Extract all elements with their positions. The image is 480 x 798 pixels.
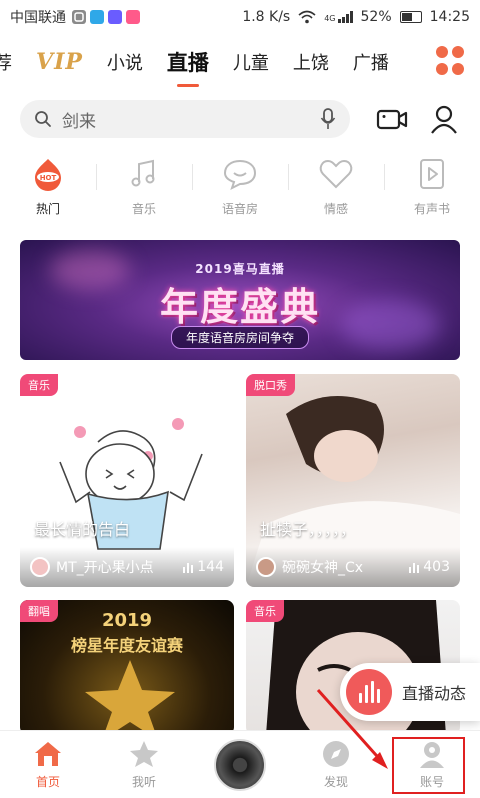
category-badge: 音乐 <box>20 374 58 396</box>
player-disc-icon <box>214 738 266 791</box>
listeners-icon <box>409 563 420 573</box>
card-title: 最长情的告白 <box>34 520 131 539</box>
microphone-icon[interactable] <box>320 108 336 130</box>
star-trophy-graphic <box>85 660 175 735</box>
host-name: 碗碗女神_Cx <box>282 560 364 576</box>
nav-player[interactable] <box>192 731 288 798</box>
app-notification-icon <box>72 10 86 24</box>
category-music[interactable]: 音乐 <box>96 150 192 222</box>
battery-percent: 52% <box>360 9 392 25</box>
promo-banner[interactable]: 2019喜马直播 年度盛典 年度语音房房间争夺 <box>20 240 460 360</box>
signal-icon: 4G <box>324 11 353 23</box>
live-updates-label: 直播动态 <box>402 684 467 703</box>
search-icon <box>35 111 51 127</box>
tab-live[interactable]: 直播 <box>155 47 221 87</box>
annotation-highlight-box <box>392 737 465 794</box>
app-screen: 中国联通 1.8 K/s 4G 52% 14:25 荐 VIP 小说 直播 儿童… <box>0 0 480 798</box>
tab-children[interactable]: 儿童 <box>221 49 281 75</box>
live-updates-button[interactable]: 直播动态 <box>340 663 480 721</box>
category-badge: 音乐 <box>246 600 284 622</box>
profile-icon[interactable] <box>428 103 460 135</box>
svg-text:HOT: HOT <box>40 174 57 182</box>
nav-home[interactable]: 首页 <box>0 731 96 798</box>
category-label: 情感 <box>323 202 348 216</box>
live-bars-icon <box>346 669 392 715</box>
app-notification-icon <box>126 10 140 24</box>
host-name: MT_开心果小点 <box>56 560 154 576</box>
app-notification-icon <box>108 10 122 24</box>
avatar <box>256 557 276 577</box>
live-room-card[interactable]: 脱口秀 扯犊子，，，，， 碗碗女神_Cx 403 <box>246 374 460 587</box>
nav-my-listening[interactable]: 我听 <box>96 731 192 798</box>
category-label: 热门 <box>35 202 60 216</box>
banner-title: 年度盛典 <box>159 285 320 329</box>
search-bar[interactable]: 剑来 <box>20 100 350 138</box>
category-label: 语音房 <box>221 202 258 216</box>
category-label: 有声书 <box>413 202 450 216</box>
tab-shangrao[interactable]: 上饶 <box>281 49 341 75</box>
play-book-icon <box>420 159 444 189</box>
heart-icon <box>319 159 353 189</box>
listener-count: 144 <box>183 559 224 575</box>
nav-label: 我听 <box>131 775 156 789</box>
network-type: 4G <box>324 14 336 23</box>
wifi-icon <box>298 10 316 24</box>
listener-count-value: 403 <box>423 559 450 575</box>
nav-label: 首页 <box>35 775 60 789</box>
nav-label: 发现 <box>323 775 348 789</box>
category-row: HOT 热门 音乐 语音房 情感 有声书 <box>0 150 480 222</box>
battery-icon <box>399 11 422 23</box>
star-icon <box>130 741 158 767</box>
poster-title: 榜星年度友谊赛 <box>70 636 183 655</box>
banner-subtitle: 2019喜马直播 <box>195 262 285 276</box>
nav-discover[interactable]: 发现 <box>288 731 384 798</box>
category-hot[interactable]: HOT 热门 <box>0 150 96 222</box>
video-camera-icon[interactable] <box>376 103 408 135</box>
channel-tabs: 荐 VIP 小说 直播 儿童 上饶 广播 <box>0 38 480 87</box>
all-channels-button[interactable] <box>436 46 466 76</box>
notification-icons <box>72 10 140 24</box>
listener-count: 403 <box>409 559 450 575</box>
listener-count-value: 144 <box>197 559 224 575</box>
listeners-icon <box>183 563 194 573</box>
card-meta: 碗碗女神_Cx 403 <box>246 547 460 587</box>
category-emotion[interactable]: 情感 <box>288 150 384 222</box>
live-room-card[interactable]: 音乐 最长情的告白 MT_开心果小点 144 <box>20 374 234 587</box>
tab-vip[interactable]: VIP <box>24 49 95 75</box>
live-room-card[interactable]: 翻唱 2019 榜星年度友谊赛 <box>20 600 234 735</box>
network-speed: 1.8 K/s <box>242 9 291 25</box>
chat-bubble-icon <box>223 159 257 190</box>
category-audiobook[interactable]: 有声书 <box>384 150 480 222</box>
tab-recommend[interactable]: 荐 <box>0 49 24 75</box>
compass-icon <box>323 741 349 767</box>
carrier-name: 中国联通 <box>10 10 66 26</box>
tab-novel[interactable]: 小说 <box>95 49 155 75</box>
app-notification-icon <box>90 10 104 24</box>
search-placeholder: 剑来 <box>62 111 96 132</box>
category-voice-room[interactable]: 语音房 <box>192 150 288 222</box>
banner-tag: 年度语音房房间争夺 <box>170 326 310 349</box>
category-badge: 脱口秀 <box>246 374 295 396</box>
tab-radio[interactable]: 广播 <box>341 49 401 75</box>
category-label: 音乐 <box>131 202 156 216</box>
card-meta: MT_开心果小点 144 <box>20 547 234 587</box>
tabs-fade <box>400 38 440 86</box>
card-title: 扯犊子，，，，， <box>260 520 357 539</box>
clock: 14:25 <box>429 9 470 25</box>
hot-icon: HOT <box>35 159 61 191</box>
home-icon <box>35 742 61 766</box>
music-note-icon <box>131 159 155 187</box>
poster-year: 2019 <box>101 610 153 631</box>
avatar <box>30 557 50 577</box>
status-bar: 中国联通 1.8 K/s 4G 52% 14:25 <box>0 0 480 34</box>
